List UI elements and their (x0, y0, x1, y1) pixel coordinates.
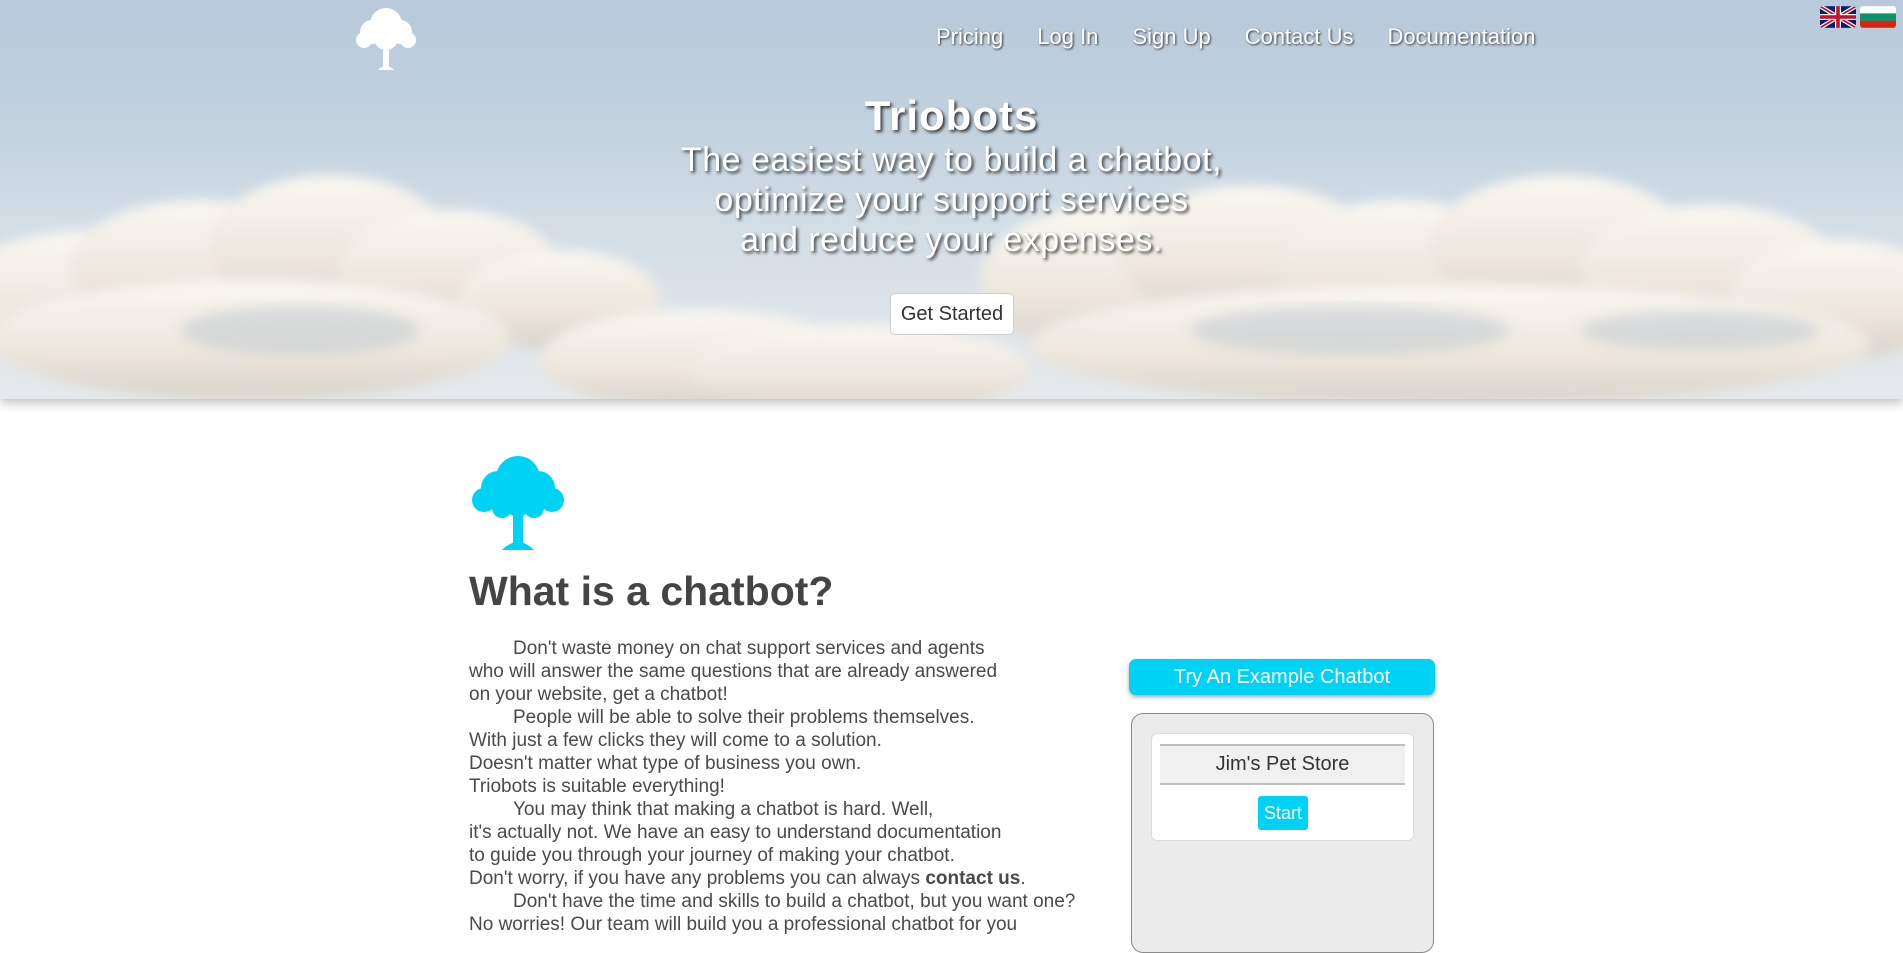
about-worry-line: Don't worry, if you have any problems yo… (469, 867, 1129, 890)
chatbot-card: Jim's Pet Store Start (1151, 733, 1414, 841)
about-line: Don't have the time and skills to build … (513, 891, 1076, 912)
nav-pricing-link[interactable]: Pricing (936, 24, 1003, 50)
language-switcher (1820, 6, 1896, 28)
worry-prefix: Don't worry, if you have any problems yo… (469, 868, 926, 889)
bulgarian-flag-icon[interactable] (1860, 6, 1896, 28)
about-line: Triobots is suitable everything! (469, 776, 725, 797)
get-started-button[interactable]: Get Started (890, 293, 1014, 335)
chatbot-demo-frame: Jim's Pet Store Start (1131, 713, 1434, 953)
hero-banner: Pricing Log In Sign Up Contact Us Docume… (0, 0, 1903, 399)
about-line: No worries! Our team will build you a pr… (469, 914, 1018, 935)
contact-us-link[interactable]: contact us (925, 868, 1020, 889)
about-line: to guide you through your journey of mak… (469, 845, 955, 866)
about-line: With just a few clicks they will come to… (469, 730, 882, 751)
hero-tagline-line-1: The easiest way to build a chatbot, (680, 141, 1223, 179)
about-line: People will be able to solve their probl… (513, 707, 975, 728)
nav-documentation-link[interactable]: Documentation (1388, 24, 1536, 50)
nav-contact-link[interactable]: Contact Us (1245, 24, 1354, 50)
try-example-chatbot-button[interactable]: Try An Example Chatbot (1129, 659, 1435, 695)
section-title: What is a chatbot? (469, 568, 834, 614)
tree-icon (472, 456, 564, 550)
hero-tagline-line-2: optimize your support services (714, 181, 1189, 219)
hero-tagline-line-3: and reduce your expenses. (740, 221, 1163, 259)
about-line: on your website, get a chatbot! (469, 684, 728, 705)
about-line: You may think that making a chatbot is h… (513, 799, 934, 820)
about-line: it's actually not. We have an easy to un… (469, 822, 1002, 843)
about-description: Don't waste money on chat support servic… (469, 637, 1129, 936)
worry-suffix: . (1020, 868, 1026, 889)
about-line: Doesn't matter what type of business you… (469, 753, 862, 774)
start-chat-button[interactable]: Start (1258, 796, 1308, 830)
nav-login-link[interactable]: Log In (1037, 24, 1098, 50)
nav-signup-link[interactable]: Sign Up (1132, 24, 1210, 50)
tree-logo-icon[interactable] (350, 6, 422, 74)
uk-flag-icon[interactable] (1820, 6, 1856, 28)
about-line: Don't waste money on chat support servic… (513, 638, 985, 659)
about-line: who will answer the same questions that … (469, 661, 998, 682)
store-name-header: Jim's Pet Store (1160, 744, 1405, 785)
hero-heading: Triobots The easiest way to build a chat… (0, 92, 1903, 260)
main-nav: Pricing Log In Sign Up Contact Us Docume… (936, 24, 1570, 50)
hero-title: Triobots (864, 92, 1039, 139)
